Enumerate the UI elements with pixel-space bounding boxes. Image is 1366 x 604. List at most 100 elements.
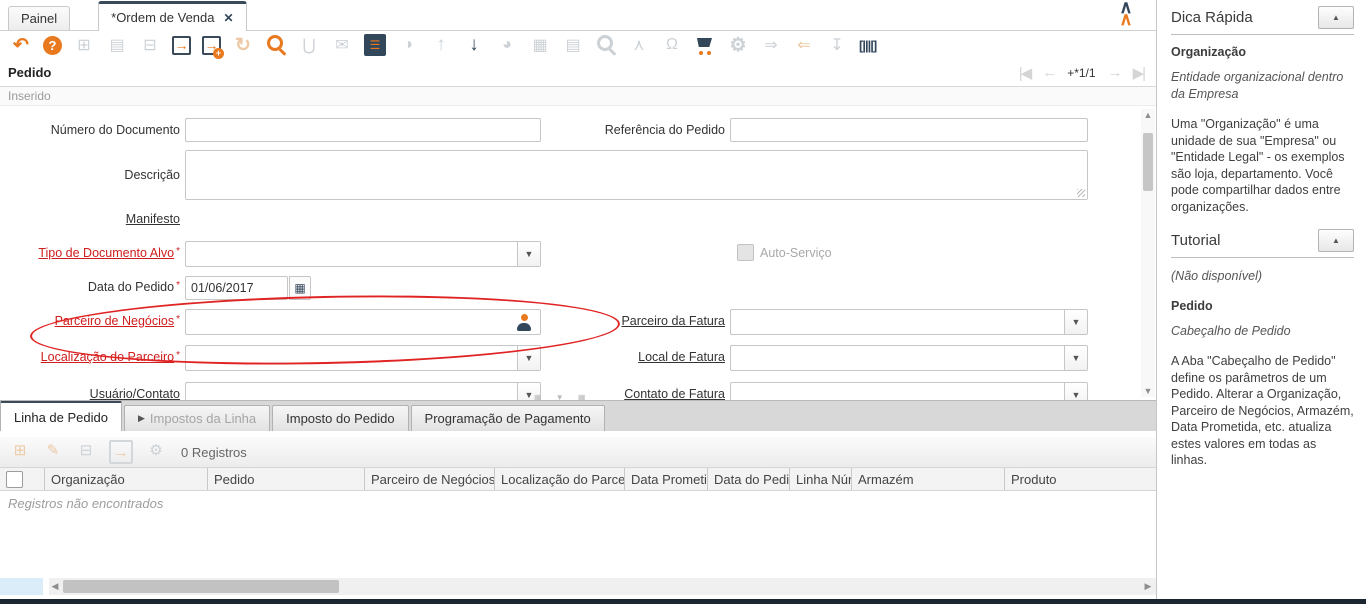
column-header-data-do-pedido[interactable]: Data do Pedido <box>708 468 790 490</box>
self-service-checkbox[interactable] <box>737 244 754 261</box>
undo-icon[interactable]: ↶ <box>10 34 32 56</box>
person-icon[interactable] <box>516 314 532 331</box>
logout-icon[interactable]: ⇒ <box>760 34 782 56</box>
customize-icon[interactable]: ◑ <box>397 34 419 56</box>
collapse-section-button[interactable]: ▲ <box>1318 229 1354 252</box>
column-header-pedido[interactable]: Pedido <box>208 468 365 490</box>
workflow-icon[interactable]: ⋏ <box>628 34 650 56</box>
copy-record-icon[interactable]: ▤ <box>106 34 128 56</box>
invoice-location-label[interactable]: Local de Fatura <box>545 350 725 364</box>
window-tab-ordem-de-venda[interactable]: *Ordem de Venda ✕ <box>98 1 247 31</box>
preference-icon[interactable]: ⚙ <box>727 34 749 56</box>
new-record-icon[interactable]: ⊞ <box>73 34 95 56</box>
scrollbar-thumb[interactable] <box>63 580 339 593</box>
scrollbar-thumb[interactable] <box>1143 133 1153 191</box>
order-date-input[interactable] <box>185 276 288 300</box>
document-no-input[interactable] <box>185 118 541 142</box>
new-line-icon[interactable]: ⊞ <box>10 440 30 460</box>
business-partner-label[interactable]: Parceiro de Negócios * <box>0 314 180 328</box>
invoice-location-select[interactable]: ▼ <box>730 345 1088 371</box>
description-textarea[interactable] <box>186 151 1087 199</box>
window-tab-label: *Ordem de Venda <box>111 10 215 25</box>
column-header-linha-num[interactable]: Linha Núm. <box>790 468 852 490</box>
print-icon[interactable]: ▤ <box>562 34 584 56</box>
previous-record-icon[interactable]: ← <box>1042 64 1057 81</box>
window-tab-painel[interactable]: Painel <box>8 6 71 30</box>
collapse-section-button[interactable]: ▲ <box>1318 6 1354 29</box>
scroll-down-icon[interactable]: ▼ <box>1141 385 1155 397</box>
requery-icon[interactable]: ↻ <box>232 34 254 56</box>
column-header-armazem[interactable]: Armazém <box>852 468 1005 490</box>
partner-location-select[interactable]: ▼ <box>185 345 541 371</box>
zoom-across-icon[interactable] <box>595 34 617 56</box>
find-icon[interactable] <box>265 34 287 56</box>
record-info-icon[interactable]: ☰ <box>364 34 386 56</box>
tab-description: A Aba "Cabeçalho de Pedido" define os pa… <box>1171 354 1354 467</box>
save-line-icon[interactable]: → <box>109 440 133 464</box>
parent-record-icon[interactable]: ↑ <box>430 34 452 56</box>
scroll-right-icon[interactable]: ▶ <box>1142 581 1154 592</box>
user-contact-select[interactable]: ▼ <box>185 382 541 400</box>
help-icon[interactable]: ? <box>43 35 62 55</box>
first-record-icon[interactable]: |◀ <box>1019 64 1033 82</box>
invoice-partner-label[interactable]: Parceiro da Fatura <box>545 314 725 328</box>
resize-handle[interactable] <box>1077 189 1085 197</box>
edit-line-icon[interactable]: ✎ <box>43 440 63 460</box>
detail-toolbar: ⊞ ✎ ⊟ → ⚙ 0 Registros <box>0 437 1156 467</box>
archive-icon[interactable]: ▦ <box>529 34 551 56</box>
target-doc-type-select[interactable]: ▼ <box>185 241 541 267</box>
main-area: Painel *Ordem de Venda ✕ ∧ ∧ ↶? ⊞ ▤ ⊟ → → ↻ ⋃ ✉ ☰ ◑ ↑… <box>0 0 1157 599</box>
required-marker: * <box>176 280 180 291</box>
save-create-icon[interactable]: → <box>202 35 224 59</box>
chevron-down-icon[interactable]: ▼ <box>517 346 540 370</box>
chevron-down-icon[interactable]: ▼ <box>1064 310 1087 334</box>
chevron-down-icon[interactable]: ▼ <box>517 242 540 266</box>
partner-location-label[interactable]: Localização do Parceiro * <box>0 350 180 364</box>
scrollbar-track[interactable]: ◀ ▶ <box>49 578 1156 595</box>
next-record-icon[interactable]: → <box>1108 64 1123 81</box>
last-record-icon[interactable]: ▶| <box>1133 64 1147 82</box>
scroll-up-icon[interactable]: ▲ <box>1141 109 1155 121</box>
delete-record-icon[interactable]: ⊟ <box>139 34 161 56</box>
calendar-icon[interactable]: ▦ <box>289 276 311 300</box>
column-header-produto[interactable]: Produto <box>1005 468 1156 490</box>
business-partner-input[interactable] <box>185 309 541 335</box>
manifesto-label[interactable]: Manifesto <box>0 212 180 226</box>
column-header-localizacao-do-parceiro[interactable]: Localização do Parceiro <box>495 468 625 490</box>
chevron-down-icon[interactable]: ▼ <box>1064 346 1087 370</box>
scroll-left-icon[interactable]: ◀ <box>49 581 61 592</box>
chat-icon[interactable]: ✉ <box>331 34 353 56</box>
help-panel: ▸ Dica Rápida ▲ Organização Entidade org… <box>1157 0 1366 599</box>
user-contact-label[interactable]: Usuário/Contato <box>0 387 180 400</box>
detail-tab-linha-de-pedido[interactable]: Linha de Pedido <box>0 401 122 431</box>
exit-icon[interactable]: ⇐ <box>793 34 815 56</box>
column-header-organizacao[interactable]: Organização <box>45 468 208 490</box>
process-line-icon[interactable]: ⚙ <box>146 440 166 460</box>
detail-tab-programacao-de-pagamento[interactable]: Programação de Pagamento <box>410 405 605 431</box>
detail-tab-imposto-do-pedido[interactable]: Imposto do Pedido <box>272 405 409 431</box>
form-vertical-scrollbar[interactable]: ▲ ▼ <box>1141 109 1155 397</box>
notifications-icon[interactable]: Ω <box>661 34 683 56</box>
target-doc-type-label[interactable]: Tipo de Documento Alvo * <box>0 246 180 260</box>
column-header-data-prometida[interactable]: Data Prometida <box>625 468 708 490</box>
save-icon[interactable]: → <box>172 35 191 55</box>
field-summary: Entidade organizacional dentro da Empres… <box>1171 70 1344 101</box>
collapse-header-icon[interactable]: ∧ ∧ <box>1112 0 1140 28</box>
cart-icon[interactable] <box>694 34 716 56</box>
chevron-down-icon[interactable]: ▼ <box>1064 383 1087 400</box>
order-reference-input[interactable] <box>730 118 1088 142</box>
select-all-checkbox[interactable] <box>6 470 23 488</box>
column-header-parceiro-de-negocios[interactable]: Parceiro de Negócios <box>365 468 495 490</box>
close-icon[interactable]: ✕ <box>224 11 234 25</box>
delete-line-icon[interactable]: ⊟ <box>76 440 96 460</box>
horizontal-scrollbar: ◀ ▶ <box>0 577 1156 599</box>
detail-tab-label: Linha de Pedido <box>14 409 108 425</box>
detail-record-icon[interactable]: ↓ <box>463 34 485 56</box>
chart-icon[interactable]: ◕ <box>496 34 518 56</box>
tab-summary: Cabeçalho de Pedido <box>1171 323 1291 338</box>
invoice-partner-select[interactable]: ▼ <box>730 309 1088 335</box>
export-icon[interactable]: ↧ <box>826 34 848 56</box>
invoice-contact-select[interactable]: ▼ <box>730 382 1088 400</box>
barcode-icon[interactable]: [||||] <box>859 34 877 56</box>
attachment-icon[interactable]: ⋃ <box>298 34 320 56</box>
